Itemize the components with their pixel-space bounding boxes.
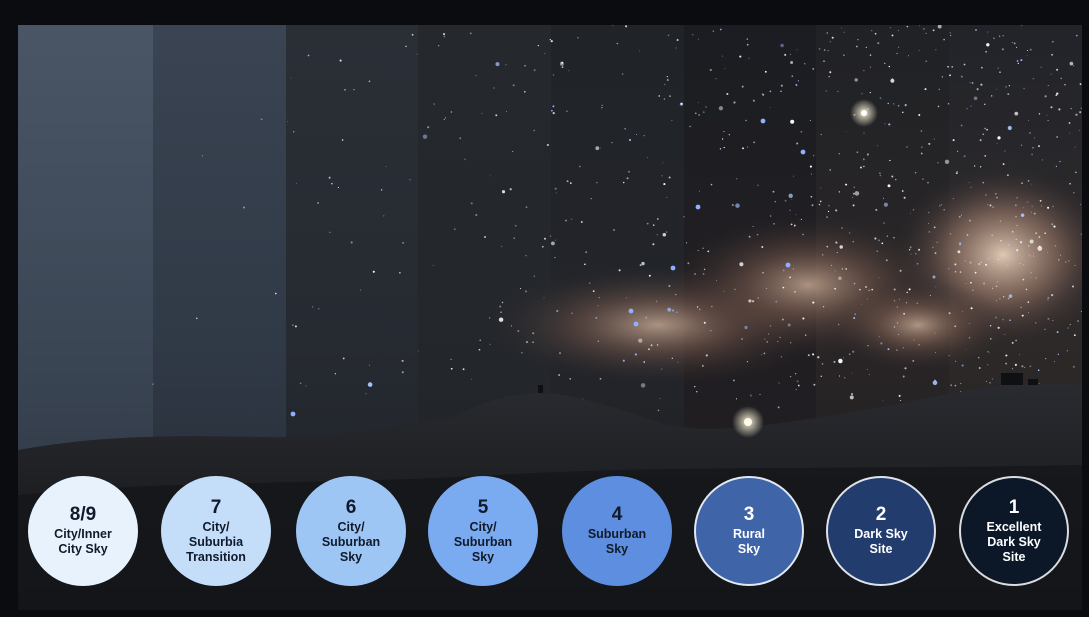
bortle-label: City/ Suburban Sky (453, 519, 513, 564)
bortle-label: Dark Sky Site (854, 527, 908, 556)
bortle-badge-1: 1 Excellent Dark Sky Site (959, 476, 1069, 586)
bortle-number: 6 (345, 496, 357, 518)
bortle-badge-6: 6 City/ Suburban Sky (296, 476, 406, 586)
bortle-number: 7 (210, 496, 222, 518)
bortle-label: Rural Sky (733, 527, 765, 556)
bortle-number: 1 (1008, 496, 1020, 518)
bortle-badge-7: 7 City/ Suburbia Transition (161, 476, 271, 586)
bortle-badge-2: 2 Dark Sky Site (826, 476, 936, 586)
observatory (1001, 373, 1023, 385)
bortle-number: 2 (875, 504, 887, 525)
bortle-label: Excellent Dark Sky Site (986, 519, 1042, 564)
bortle-label: City/Inner City Sky (54, 527, 112, 556)
bortle-badge-3: 3 Rural Sky (694, 476, 804, 586)
bortle-badge-5: 5 City/ Suburban Sky (428, 476, 538, 586)
bortle-label: City/ Suburban Sky (321, 519, 381, 564)
milky-way (488, 165, 1082, 385)
bortle-number: 5 (477, 496, 489, 518)
bortle-badge-4: 4 Suburban Sky (562, 476, 672, 586)
bortle-label: City/ Suburbia Transition (186, 519, 246, 564)
bortle-number: 3 (743, 504, 755, 525)
night-sky-photo: 8/9 City/Inner City Sky 7 City/ Suburbia Tr… (18, 25, 1082, 610)
bortle-badge-8-9: 8/9 City/Inner City Sky (28, 476, 138, 586)
image-frame: 8/9 City/Inner City Sky 7 City/ Suburbia Tr… (0, 0, 1089, 617)
bortle-number: 4 (611, 504, 623, 525)
bortle-label: Suburban Sky (587, 527, 647, 556)
bortle-number: 8/9 (69, 504, 97, 525)
